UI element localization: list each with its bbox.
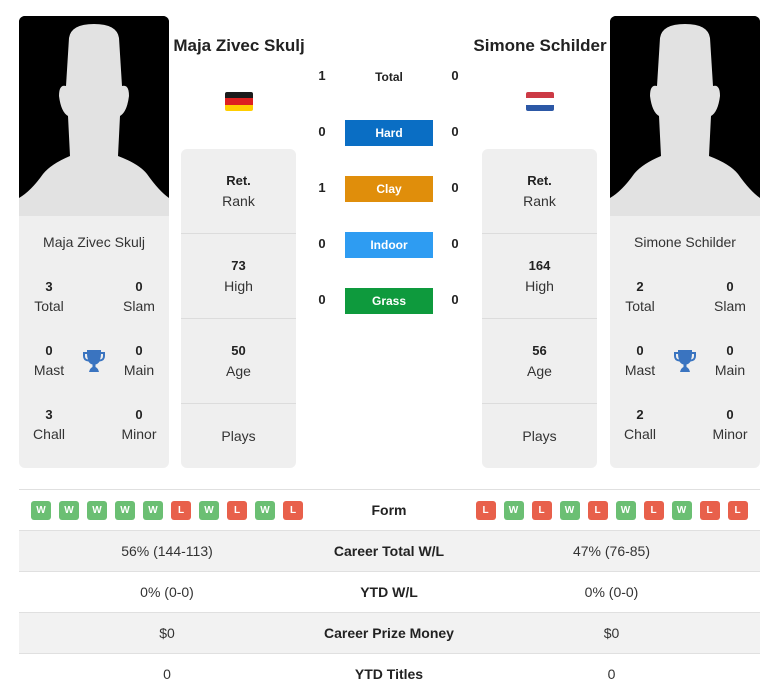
h2h-grass-p2: 0 [451,292,459,307]
player2-titles-mast: 0 Mast [624,343,656,378]
ytd-titles-label: YTD Titles [354,666,424,682]
player-silhouette-icon [19,16,169,216]
player2-plays: Plays [522,428,557,444]
form-badge-win[interactable]: W [671,500,692,520]
form-label: Form [371,502,407,518]
h2h-total-p1: 1 [318,68,326,83]
form-badge-loss[interactable]: L [727,500,748,520]
player1-plays: Plays [221,428,256,444]
player1-card: Maja Zivec Skulj 3 Total 0 Slam 0 Mast 0… [19,16,169,468]
player1-titles-minor: 0 Minor [121,407,157,442]
career-wl-label: Career Total W/L [333,543,445,559]
player1-career-wl: 56% (144-113) [121,543,213,559]
form-badge-win[interactable]: W [615,500,636,520]
form-badge-win[interactable]: W [199,500,219,520]
player2-ytd-titles: 0 [607,666,616,682]
player2-card: Simone Schilder 2 Total 0 Slam 0 Mast 0 … [610,16,760,468]
player2-age: 56 Age [482,319,597,404]
form-badge-loss[interactable]: L [171,500,191,520]
form-row: WWWWWLWLWL Form LWLWLWLWLL [19,489,760,530]
player2-titles-slam: 0 Slam [714,279,746,314]
form-badge-loss[interactable]: L [643,500,664,520]
player1-titles-total: 3 Total [34,279,64,314]
surface-hard-badge[interactable]: Hard [345,120,433,146]
player1-prize-money: $0 [159,625,175,641]
h2h-indoor-p1: 0 [318,236,326,251]
h2h-indoor-p2: 0 [451,236,459,251]
player2-career-wl: 47% (76-85) [572,543,651,559]
trophy-icon [672,348,698,374]
form-badge-loss[interactable]: L [475,500,496,520]
surface-clay-badge[interactable]: Clay [345,176,433,202]
player2-card-name: Simone Schilder [634,234,736,250]
form-badge-loss[interactable]: L [283,500,303,520]
player1-form-badges: WWWWWLWLWL [31,500,303,520]
player2-titles-main: 0 Main [714,343,746,378]
player1-age: 50 Age [181,319,296,404]
h2h-total-label: Total [375,70,403,84]
player1-info: Ret. Rank 73 High 50 Age Plays [181,149,296,468]
form-badge-win[interactable]: W [59,500,79,520]
player1-titles-slam: 0 Slam [123,279,155,314]
h2h-hard-p2: 0 [451,124,459,139]
player1-titles-mast: 0 Mast [33,343,65,378]
player2-ytd-wl: 0% (0-0) [584,584,639,600]
form-badge-win[interactable]: W [559,500,580,520]
ytd-titles-row: 0 YTD Titles 0 [19,653,760,694]
h2h-hard-p1: 0 [318,124,326,139]
h2h-clay-p1: 1 [318,180,326,195]
prize-money-row: $0 Career Prize Money $0 [19,612,760,653]
form-badge-win[interactable]: W [143,500,163,520]
form-badge-win[interactable]: W [255,500,275,520]
player1-name[interactable]: Maja Zivec Skulj [169,33,309,58]
form-badge-win[interactable]: W [31,500,51,520]
form-badge-win[interactable]: W [87,500,107,520]
form-badge-loss[interactable]: L [587,500,608,520]
player2-form: LWLWLWLWLL [463,490,760,530]
surface-grass-badge[interactable]: Grass [345,288,433,314]
player1-ytd-wl: 0% (0-0) [140,584,194,600]
player2-rank: Ret. Rank [482,149,597,234]
trophy-icon [81,348,107,374]
form-badge-win[interactable]: W [115,500,135,520]
player2-high: 164 High [482,234,597,319]
player2-name[interactable]: Simone Schilder [470,33,610,58]
player2-info: Ret. Rank 164 High 56 Age Plays [482,149,597,468]
player1-photo [19,16,169,216]
player1-ytd-titles: 0 [163,666,171,682]
form-badge-loss[interactable]: L [531,500,552,520]
player1-high: 73 High [181,234,296,319]
surface-indoor-badge[interactable]: Indoor [345,232,433,258]
player-silhouette-icon [610,16,760,216]
career-wl-row: 56% (144-113) Career Total W/L 47% (76-8… [19,530,760,571]
h2h-clay-p2: 0 [451,180,459,195]
h2h-total-p2: 0 [451,68,459,83]
netherlands-flag-icon [526,92,554,111]
player1-form: WWWWWLWLWL [19,490,315,530]
player1-titles-chall: 3 Chall [33,407,65,442]
ytd-wl-row: 0% (0-0) YTD W/L 0% (0-0) [19,571,760,612]
form-badge-loss[interactable]: L [227,500,247,520]
form-badge-loss[interactable]: L [699,500,720,520]
h2h-grass-p1: 0 [318,292,326,307]
player2-prize-money: $0 [603,625,620,641]
player1-rank: Ret. Rank [181,149,296,234]
germany-flag-icon [225,92,253,111]
player2-titles-chall: 2 Chall [624,407,656,442]
form-badge-win[interactable]: W [503,500,524,520]
ytd-wl-label: YTD W/L [360,584,418,600]
player1-card-name: Maja Zivec Skulj [43,234,145,250]
player2-titles-minor: 0 Minor [712,407,748,442]
prize-money-label: Career Prize Money [324,625,454,641]
player1-titles-main: 0 Main [123,343,155,378]
player2-titles-total: 2 Total [625,279,655,314]
player2-photo [610,16,760,216]
player2-form-badges: LWLWLWLWLL [475,500,748,520]
